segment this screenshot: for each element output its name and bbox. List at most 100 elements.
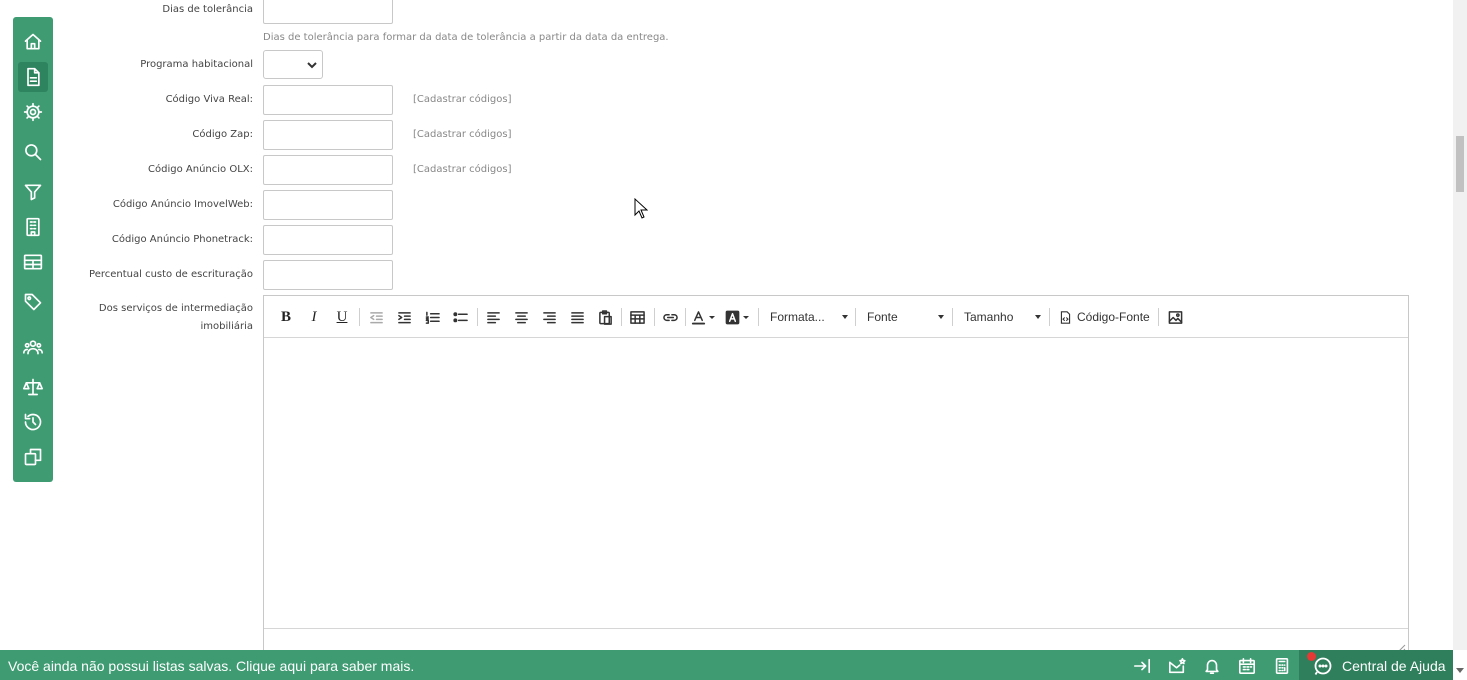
align-center-icon	[514, 311, 528, 323]
numbered-list-icon	[425, 311, 440, 324]
nav-home[interactable]	[18, 27, 48, 57]
text-color-button[interactable]	[690, 306, 716, 328]
imovelweb-code-label: Código Anúncio ImovelWeb:	[112, 199, 253, 210]
calendar-icon	[1238, 657, 1256, 675]
underline-button[interactable]: U	[334, 306, 350, 328]
outdent-button[interactable]	[367, 306, 385, 328]
nav-buildings[interactable]	[18, 212, 48, 242]
collapse-button[interactable]	[1131, 655, 1153, 677]
link-icon	[662, 313, 678, 321]
nav-tags[interactable]	[18, 287, 48, 317]
chat-icon	[1314, 657, 1332, 675]
mail-icon	[1168, 657, 1186, 674]
align-center-button[interactable]	[512, 306, 530, 328]
toolbar-separator	[1049, 308, 1050, 326]
table-button[interactable]	[628, 306, 646, 328]
align-justify-icon	[570, 311, 584, 323]
housing-program-label: Programa habitacional	[140, 59, 253, 70]
source-code-button[interactable]: Código-Fonte	[1059, 306, 1151, 328]
app-window: Dias de tolerância Dias de tolerância pa…	[0, 0, 1467, 680]
nav-history[interactable]	[18, 407, 48, 437]
olx-register-link[interactable]: [Cadastrar códigos]	[413, 164, 511, 175]
background-color-icon	[725, 310, 740, 324]
tag-icon	[24, 293, 42, 311]
document-icon	[27, 67, 40, 87]
gear-icon	[23, 102, 43, 122]
bookkeeping-cost-label: Percentual custo de escrituração	[89, 269, 253, 280]
bullet-list-button[interactable]	[451, 306, 469, 328]
mouse-cursor-icon	[634, 198, 648, 219]
toolbar-separator	[477, 308, 478, 326]
notifications-button[interactable]	[1201, 655, 1223, 677]
nav-search[interactable]	[18, 137, 48, 167]
calendar-button[interactable]	[1236, 655, 1258, 677]
tolerance-days-input[interactable]	[263, 0, 393, 24]
viva-real-code-input[interactable]	[263, 85, 393, 115]
nav-settings[interactable]	[18, 97, 48, 127]
paste-button[interactable]	[596, 306, 614, 328]
phonetrack-code-input[interactable]	[263, 225, 393, 255]
align-right-button[interactable]	[540, 306, 558, 328]
building-icon	[26, 217, 40, 237]
nav-copy[interactable]	[18, 442, 48, 472]
caret-down-icon	[709, 315, 715, 319]
bold-button[interactable]: B	[278, 306, 294, 328]
messages-button[interactable]	[1166, 655, 1188, 677]
outdent-icon	[369, 311, 383, 323]
vertical-scrollbar[interactable]	[1453, 0, 1467, 650]
background-color-button[interactable]	[724, 306, 750, 328]
copy-icon	[24, 448, 42, 466]
link-button[interactable]	[661, 306, 679, 328]
toolbar-separator	[758, 308, 759, 326]
nav-users[interactable]	[18, 332, 48, 362]
toolbar-separator	[359, 308, 360, 326]
format-dropdown-label: Formata...	[770, 310, 825, 324]
text-color-icon	[691, 310, 706, 325]
imovelweb-code-input[interactable]	[263, 190, 393, 220]
zap-register-link[interactable]: [Cadastrar códigos]	[413, 129, 511, 140]
scroll-down-arrow-icon[interactable]	[1456, 668, 1464, 673]
tolerance-days-label: Dias de tolerância	[162, 4, 253, 15]
zap-code-input[interactable]	[263, 120, 393, 150]
toolbar-separator	[855, 308, 856, 326]
filter-icon	[24, 184, 42, 201]
history-icon	[24, 413, 42, 431]
align-justify-button[interactable]	[568, 306, 586, 328]
viva-real-register-link[interactable]: [Cadastrar códigos]	[413, 94, 511, 105]
olx-code-input[interactable]	[263, 155, 393, 185]
font-dropdown[interactable]: Fonte	[867, 306, 944, 328]
help-center-label: Central de Ajuda	[1342, 658, 1446, 674]
image-icon	[1168, 310, 1182, 324]
indent-button[interactable]	[395, 306, 413, 328]
bottom-bar: Você ainda não possui listas salvas. Cli…	[0, 650, 1453, 680]
toolbar-separator	[621, 308, 622, 326]
search-icon	[25, 144, 42, 161]
toolbar-separator	[952, 308, 953, 326]
size-dropdown[interactable]: Tamanho	[964, 306, 1041, 328]
scrollbar-thumb[interactable]	[1456, 136, 1464, 192]
rich-text-editor: B I U Formata... Fonte Tamanho Código-Fo…	[263, 295, 1409, 655]
bookkeeping-cost-input[interactable]	[263, 260, 393, 290]
saved-lists-message[interactable]: Você ainda não possui listas salvas. Cli…	[8, 658, 414, 674]
users-icon	[23, 340, 43, 355]
align-left-button[interactable]	[484, 306, 502, 328]
nav-legal[interactable]	[18, 372, 48, 402]
calculator-button[interactable]	[1271, 655, 1293, 677]
font-dropdown-label: Fonte	[867, 310, 898, 324]
nav-documents[interactable]	[18, 62, 48, 92]
nav-table[interactable]	[18, 247, 48, 277]
size-dropdown-label: Tamanho	[964, 310, 1014, 324]
housing-program-select[interactable]	[263, 50, 323, 79]
image-button[interactable]	[1166, 306, 1184, 328]
italic-button[interactable]: I	[306, 306, 322, 328]
nav-filter[interactable]	[18, 177, 48, 207]
tolerance-days-help: Dias de tolerância para formar da data d…	[263, 32, 669, 43]
toolbar-separator	[654, 308, 655, 326]
numbered-list-button[interactable]	[423, 306, 441, 328]
editor-toolbar: B I U Formata... Fonte Tamanho Código-Fo…	[264, 296, 1408, 338]
help-center-button[interactable]: Central de Ajuda	[1299, 650, 1453, 680]
format-dropdown[interactable]: Formata...	[770, 306, 848, 328]
collapse-right-icon	[1133, 658, 1151, 674]
paste-icon	[598, 309, 612, 325]
editor-content-area[interactable]	[264, 338, 1408, 628]
